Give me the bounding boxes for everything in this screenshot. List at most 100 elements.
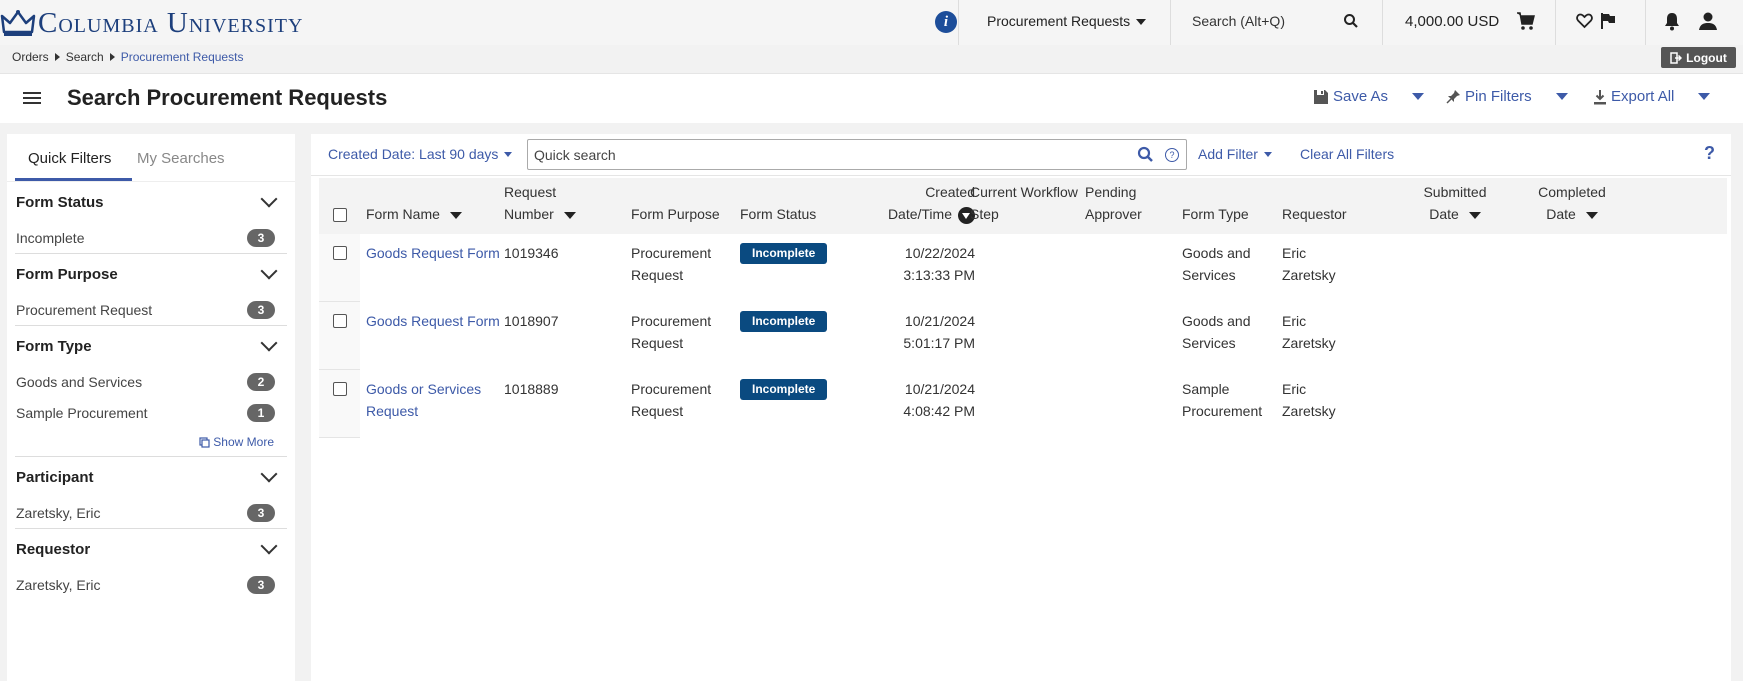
filter-section-form-status: Form Status Incomplete 3 xyxy=(15,182,287,254)
cart-total[interactable]: 4,000.00 USD xyxy=(1405,13,1499,30)
page-header: Search Procurement Requests Save As Pin … xyxy=(0,73,1743,123)
column-header-form-status[interactable]: Form Status xyxy=(740,203,816,225)
column-header-request-number[interactable]: Request Number xyxy=(504,181,576,225)
requestor-name: Eric Zaretsky xyxy=(1282,378,1336,422)
logout-button[interactable]: Logout xyxy=(1661,47,1736,68)
module-dropdown[interactable]: Procurement Requests xyxy=(987,13,1147,29)
filter-section-requestor: Requestor Zaretsky, Eric 3 xyxy=(15,529,287,600)
chevron-down-icon[interactable] xyxy=(260,334,278,352)
section-header[interactable]: Requestor xyxy=(15,529,287,569)
form-name-link[interactable]: Goods Request Form xyxy=(366,242,500,264)
filter-item[interactable]: Zaretsky, Eric 3 xyxy=(15,569,287,600)
sort-down-icon[interactable] xyxy=(1585,211,1598,219)
column-header-workflow-step[interactable]: Current Workflow Step xyxy=(970,181,1078,225)
filter-section-form-type: Form Type Goods and Services 2 Sample Pr… xyxy=(15,326,287,457)
column-header-requestor[interactable]: Requestor xyxy=(1282,203,1347,225)
row-checkbox[interactable] xyxy=(333,314,347,328)
sort-down-icon[interactable] xyxy=(563,211,576,219)
search-icon[interactable] xyxy=(1343,13,1359,29)
row-checkbox[interactable] xyxy=(333,246,347,260)
caret-down-icon xyxy=(504,151,513,157)
heart-icon[interactable] xyxy=(1576,13,1593,29)
chevron-down-icon[interactable] xyxy=(260,190,278,208)
results-panel: Created Date: Last 90 days ? Add Filter … xyxy=(311,134,1731,681)
table-row[interactable]: Goods Request Form 1018907 Procurement R… xyxy=(319,302,1727,370)
divider xyxy=(1555,0,1556,45)
help-icon[interactable]: ? xyxy=(1704,143,1715,164)
cart-icon[interactable] xyxy=(1516,11,1536,31)
save-as-button[interactable]: Save As xyxy=(1313,88,1425,105)
column-header-form-type[interactable]: Form Type xyxy=(1182,203,1249,225)
form-name-link[interactable]: Goods or Services Request xyxy=(366,378,481,422)
tab-my-searches[interactable]: My Searches xyxy=(137,150,225,167)
global-search-input[interactable]: Search (Alt+Q) xyxy=(1192,13,1285,29)
caret-down-icon[interactable] xyxy=(1698,93,1711,100)
export-all-button[interactable]: Export All xyxy=(1593,88,1711,105)
form-type-text: Sample xyxy=(1182,381,1230,397)
section-header[interactable]: Participant xyxy=(15,457,287,497)
save-icon xyxy=(1314,89,1328,104)
sort-down-icon[interactable] xyxy=(449,211,462,219)
form-purpose-text: Procurement xyxy=(631,245,712,261)
sort-down-icon[interactable] xyxy=(1468,211,1481,219)
section-header[interactable]: Form Status xyxy=(15,182,287,222)
breadcrumb-orders[interactable]: Orders xyxy=(12,50,49,64)
column-header-form-name[interactable]: Form Name xyxy=(366,203,462,225)
date-filter-dropdown[interactable]: Created Date: Last 90 days xyxy=(328,146,513,162)
sidebar-tabs: Quick Filters My Searches xyxy=(7,134,295,182)
university-logo[interactable]: Columbia University xyxy=(0,6,303,40)
column-header-label: Date/Time xyxy=(887,206,952,222)
column-header-form-purpose[interactable]: Form Purpose xyxy=(631,203,720,225)
show-more-link[interactable]: Show More xyxy=(15,428,287,456)
filter-item[interactable]: Zaretsky, Eric 3 xyxy=(15,497,287,528)
caret-down-icon xyxy=(1263,151,1272,157)
table-row[interactable]: Goods Request Form 1019346 Procurement R… xyxy=(319,234,1727,302)
table-row[interactable]: Goods or Services Request 1018889 Procur… xyxy=(319,370,1727,438)
filter-item[interactable]: Incomplete 3 xyxy=(15,222,287,253)
chevron-down-icon[interactable] xyxy=(260,537,278,555)
count-badge: 3 xyxy=(247,228,275,247)
column-header-label: Completed xyxy=(1538,184,1606,200)
status-badge: Incomplete xyxy=(740,243,828,264)
breadcrumb-procurement-requests[interactable]: Procurement Requests xyxy=(121,50,244,64)
tab-quick-filters[interactable]: Quick Filters xyxy=(28,150,111,167)
divider xyxy=(958,0,959,45)
search-icon[interactable] xyxy=(1137,146,1154,163)
chevron-down-icon[interactable] xyxy=(260,262,278,280)
quick-search-input[interactable] xyxy=(528,140,1128,169)
form-name-text: Request xyxy=(366,403,419,419)
column-header-label: Request xyxy=(504,184,557,200)
filter-item-label: Incomplete xyxy=(16,229,85,246)
filter-item-label: Goods and Services xyxy=(16,373,143,390)
form-type: Sample Procurement xyxy=(1182,378,1262,422)
flag-icon[interactable] xyxy=(1600,12,1616,30)
row-checkbox[interactable] xyxy=(333,382,347,396)
top-bar: Columbia University i Procurement Reques… xyxy=(0,0,1743,45)
hamburger-menu-icon[interactable] xyxy=(23,92,41,106)
pin-filters-button[interactable]: Pin Filters xyxy=(1446,88,1568,105)
add-filter-dropdown[interactable]: Add Filter xyxy=(1198,146,1272,162)
section-header[interactable]: Form Type xyxy=(15,326,287,366)
caret-down-icon[interactable] xyxy=(1412,93,1425,100)
filter-item[interactable]: Procurement Request 3 xyxy=(15,294,287,325)
column-header-submitted-date[interactable]: Submitted Date xyxy=(1405,181,1505,225)
bell-icon[interactable] xyxy=(1663,11,1681,31)
column-header-completed-date[interactable]: Completed Date xyxy=(1521,181,1623,225)
chevron-down-icon[interactable] xyxy=(260,465,278,483)
column-header-pending-approver[interactable]: Pending Approver xyxy=(1085,181,1142,225)
form-purpose-text: Procurement xyxy=(631,381,712,397)
clear-all-filters-link[interactable]: Clear All Filters xyxy=(1300,146,1394,162)
help-circle-icon[interactable]: ? xyxy=(1165,148,1179,162)
filter-item[interactable]: Sample Procurement 1 xyxy=(15,397,287,428)
caret-down-icon[interactable] xyxy=(1555,93,1568,100)
select-all-checkbox[interactable] xyxy=(333,208,347,222)
breadcrumb-search[interactable]: Search xyxy=(66,50,104,64)
column-header-created[interactable]: Created Date/Time xyxy=(865,181,975,225)
user-icon[interactable] xyxy=(1698,11,1718,31)
info-button[interactable]: i xyxy=(935,11,957,33)
requestor-text: Zaretsky xyxy=(1282,335,1336,351)
filter-item[interactable]: Goods and Services 2 xyxy=(15,366,287,397)
section-header[interactable]: Form Purpose xyxy=(15,254,287,294)
form-name-link[interactable]: Goods Request Form xyxy=(366,310,500,332)
breadcrumb: Orders Search Procurement Requests xyxy=(12,50,243,64)
